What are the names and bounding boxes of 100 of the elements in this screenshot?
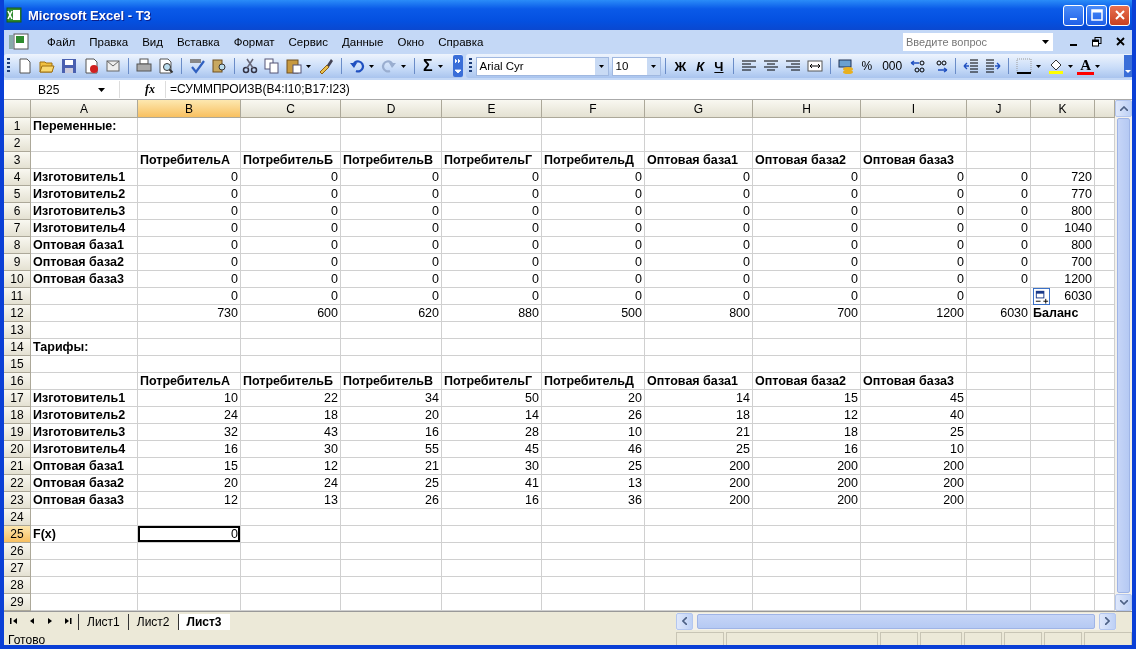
- autosum-button[interactable]: Σ: [419, 56, 437, 76]
- paste-options-icon[interactable]: [1033, 288, 1050, 305]
- column-header[interactable]: H: [753, 100, 861, 118]
- scroll-up-button[interactable]: [1115, 100, 1132, 117]
- outdent-icon[interactable]: [963, 58, 980, 74]
- font-dropdown[interactable]: Arial Cyr: [475, 56, 609, 76]
- undo-icon[interactable]: [349, 58, 365, 74]
- close-icon[interactable]: [1116, 37, 1125, 46]
- menu-item[interactable]: Вставка: [169, 35, 227, 48]
- row-header[interactable]: 17: [4, 390, 31, 407]
- new-document-icon[interactable]: [17, 58, 33, 74]
- row-header[interactable]: 4: [4, 169, 31, 186]
- row-header[interactable]: 11: [4, 288, 31, 305]
- printer-icon[interactable]: [136, 58, 152, 74]
- toolbar-options-icon[interactable]: [1124, 55, 1132, 77]
- column-header[interactable]: K: [1031, 100, 1095, 118]
- row-header[interactable]: 9: [4, 254, 31, 271]
- align-right-icon[interactable]: [784, 58, 801, 74]
- first-sheet-icon[interactable]: [10, 617, 18, 625]
- caret-icon[interactable]: [306, 64, 311, 68]
- scissors-icon[interactable]: [242, 58, 258, 74]
- column-header[interactable]: I: [861, 100, 967, 118]
- copy-icon[interactable]: [264, 58, 280, 74]
- column-header[interactable]: C: [241, 100, 341, 118]
- row-header[interactable]: 3: [4, 152, 31, 169]
- next-sheet-icon[interactable]: [46, 617, 54, 625]
- caret-icon[interactable]: [1036, 64, 1042, 68]
- menu-item[interactable]: Файл: [40, 35, 83, 48]
- caret-icon[interactable]: [1068, 64, 1074, 68]
- caret-icon[interactable]: [1095, 64, 1101, 68]
- row-header[interactable]: 5: [4, 186, 31, 203]
- formula-field[interactable]: =СУММПРОИЗВ(B4:I10;B17:I23): [165, 81, 1132, 98]
- row-header[interactable]: 28: [4, 577, 31, 594]
- scroll-thumb[interactable]: [1117, 118, 1130, 593]
- row-header[interactable]: 20: [4, 441, 31, 458]
- restore-icon[interactable]: [1092, 36, 1102, 47]
- caret-icon[interactable]: [98, 87, 105, 92]
- row-header[interactable]: 13: [4, 322, 31, 339]
- row-header[interactable]: 7: [4, 220, 31, 237]
- close-button[interactable]: [1109, 4, 1130, 26]
- menu-item[interactable]: Правка: [82, 35, 136, 48]
- increase-decimal-icon[interactable]: [910, 58, 927, 74]
- insert-function-button[interactable]: fx: [120, 82, 165, 97]
- column-header[interactable]: J: [967, 100, 1031, 118]
- font-color-button[interactable]: A: [1077, 57, 1095, 75]
- help-search-field[interactable]: Введите вопрос: [903, 32, 1053, 51]
- row-header[interactable]: 25: [4, 526, 31, 543]
- row-header[interactable]: 18: [4, 407, 31, 424]
- toolbar-options-icon[interactable]: [452, 55, 463, 77]
- borders-icon[interactable]: [1016, 58, 1033, 74]
- minimize-button[interactable]: [1063, 4, 1084, 26]
- fill-bucket-icon[interactable]: [1048, 58, 1065, 74]
- percent-button[interactable]: %: [856, 56, 878, 76]
- column-header[interactable]: E: [442, 100, 542, 118]
- row-header[interactable]: 24: [4, 509, 31, 526]
- row-header[interactable]: 21: [4, 458, 31, 475]
- row-header[interactable]: 16: [4, 373, 31, 390]
- document-icon[interactable]: [83, 58, 99, 74]
- print-preview-icon[interactable]: [158, 58, 174, 74]
- column-header[interactable]: B: [138, 100, 241, 118]
- caret-icon[interactable]: [401, 64, 406, 68]
- row-header[interactable]: 6: [4, 203, 31, 220]
- toolbar-grip[interactable]: [7, 58, 10, 74]
- row-header[interactable]: 27: [4, 560, 31, 577]
- menu-item[interactable]: Формат: [226, 35, 282, 48]
- row-header[interactable]: 8: [4, 237, 31, 254]
- scroll-right-button[interactable]: [1099, 612, 1116, 630]
- row-header[interactable]: 19: [4, 424, 31, 441]
- folder-icon[interactable]: [39, 58, 55, 74]
- indent-icon[interactable]: [985, 58, 1002, 74]
- column-header[interactable]: F: [542, 100, 645, 118]
- vertical-scrollbar[interactable]: [1115, 100, 1132, 611]
- scroll-left-button[interactable]: [676, 612, 693, 630]
- coins-icon[interactable]: [837, 58, 854, 74]
- italic-button[interactable]: К: [691, 56, 710, 76]
- row-header[interactable]: 15: [4, 356, 31, 373]
- underline-button[interactable]: Ч: [709, 56, 729, 76]
- row-header[interactable]: 1: [4, 118, 31, 135]
- row-header[interactable]: 23: [4, 492, 31, 509]
- last-sheet-icon[interactable]: [64, 617, 72, 625]
- maximize-button[interactable]: [1086, 4, 1107, 26]
- mail-icon[interactable]: [105, 58, 121, 74]
- clipboard-icon[interactable]: [286, 58, 302, 74]
- sheet-tab[interactable]: Лист3: [177, 614, 230, 630]
- row-header[interactable]: 22: [4, 475, 31, 492]
- menu-item[interactable]: Окно: [390, 35, 432, 48]
- menu-item[interactable]: Данные: [334, 35, 391, 48]
- align-center-icon[interactable]: [762, 58, 779, 74]
- bold-button[interactable]: Ж: [669, 56, 692, 76]
- previous-sheet-icon[interactable]: [28, 617, 36, 625]
- caret-icon[interactable]: [437, 64, 443, 68]
- row-header[interactable]: 10: [4, 271, 31, 288]
- scroll-down-button[interactable]: [1115, 594, 1132, 611]
- align-left-icon[interactable]: [740, 58, 757, 74]
- scroll-thumb[interactable]: [697, 613, 1095, 629]
- research-icon[interactable]: [211, 58, 227, 74]
- row-header[interactable]: 29: [4, 594, 31, 611]
- menu-item[interactable]: Вид: [135, 35, 170, 48]
- row-header[interactable]: 14: [4, 339, 31, 356]
- caret-icon[interactable]: [369, 64, 374, 68]
